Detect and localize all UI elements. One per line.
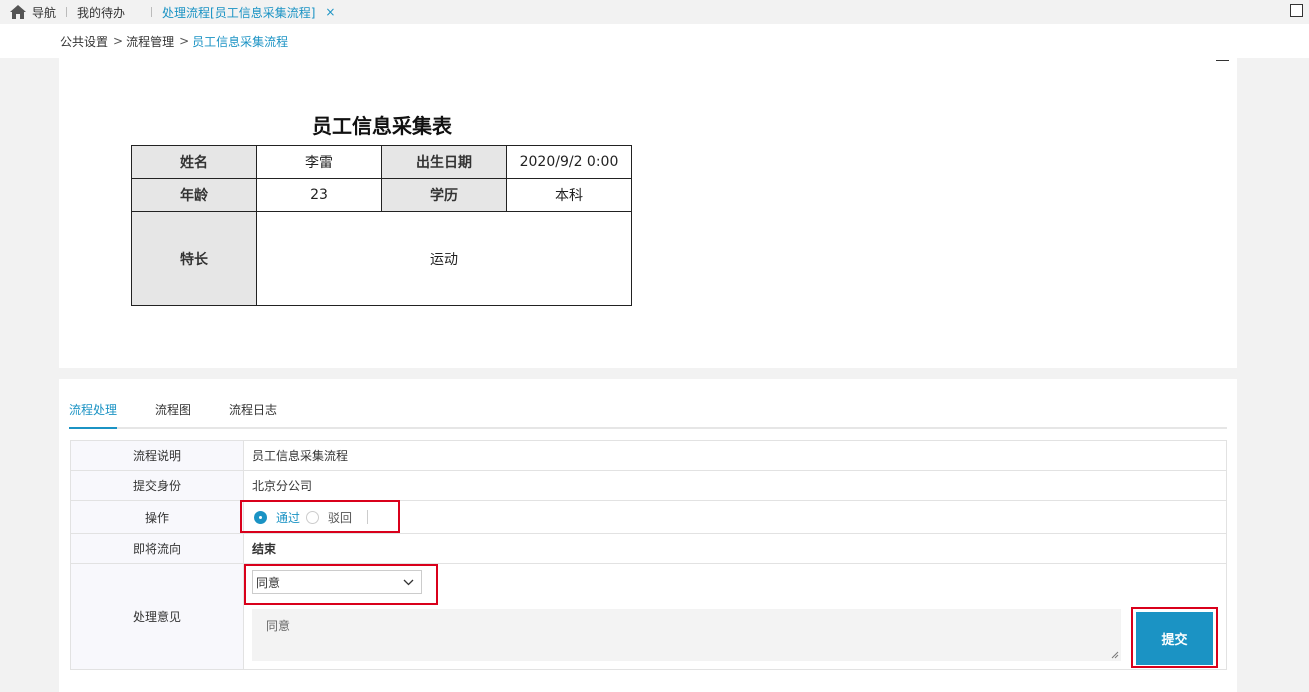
identity-value: 北京分公司 xyxy=(243,470,1227,501)
chevron-down-icon xyxy=(403,579,414,585)
pass-label[interactable]: 通过 xyxy=(276,509,300,526)
breadcrumb-item-public-settings[interactable]: 公共设置 xyxy=(60,33,108,50)
name-value: 李雷 xyxy=(256,145,382,179)
opinion-textarea[interactable]: 同意 xyxy=(252,609,1121,661)
identity-label: 提交身份 xyxy=(70,470,244,501)
tab-separator xyxy=(66,7,68,17)
submit-button[interactable]: 提交 xyxy=(1136,612,1213,665)
opinion-select-value: 同意 xyxy=(256,575,281,590)
process-tabs: 流程处理 流程图 流程日志 xyxy=(69,401,1227,429)
resize-handle-icon[interactable] xyxy=(1111,651,1119,659)
education-label: 学历 xyxy=(381,178,507,212)
operation-label: 操作 xyxy=(70,500,244,534)
breadcrumb-separator: > xyxy=(113,34,124,48)
tab-bar: 导航 我的待办 处理流程[员工信息采集流程] × xyxy=(0,0,1309,24)
breadcrumb-item-current: 员工信息采集流程 xyxy=(192,34,289,49)
table-row: 特长 运动 xyxy=(131,211,632,306)
tab-todo[interactable]: 我的待办 xyxy=(77,0,125,24)
breadcrumb-item-flow-management[interactable]: 流程管理 xyxy=(126,33,174,50)
table-row: 即将流向 结束 xyxy=(70,533,1227,564)
table-row: 处理意见 同意 同意 xyxy=(70,563,1227,670)
reject-radio[interactable] xyxy=(306,510,320,524)
tab-home[interactable]: 导航 xyxy=(0,0,56,24)
employee-info-table: 姓名 李雷 出生日期 2020/9/2 0:00 年龄 23 学历 本科 特长 … xyxy=(131,145,632,306)
flow-desc-label: 流程说明 xyxy=(70,440,244,471)
table-row: 姓名 李雷 出生日期 2020/9/2 0:00 xyxy=(131,145,632,179)
table-row: 年龄 23 学历 本科 xyxy=(131,178,632,212)
birthdate-label: 出生日期 xyxy=(381,145,507,179)
birthdate-value: 2020/9/2 0:00 xyxy=(506,145,632,179)
next-step-value: 结束 xyxy=(243,533,1227,564)
tab-process-handling[interactable]: 流程处理 xyxy=(69,401,118,429)
radio-divider xyxy=(367,510,369,524)
tab-process-flow[interactable]: 处理流程[员工信息采集流程] × xyxy=(162,0,335,24)
operation-radio-group: 通过 驳回 xyxy=(254,502,1226,532)
opinion-cell: 同意 同意 xyxy=(243,563,1227,670)
form-card: 员工信息采集表 姓名 李雷 出生日期 2020/9/2 0:00 年龄 23 学… xyxy=(59,58,1237,368)
tab-flow-chart[interactable]: 流程图 xyxy=(155,401,191,429)
age-label: 年龄 xyxy=(131,178,257,212)
tab-process-flow-label: 处理流程[员工信息采集流程] xyxy=(162,5,316,20)
home-icon xyxy=(10,5,26,19)
breadcrumb-separator: > xyxy=(179,34,190,48)
opinion-label: 处理意见 xyxy=(70,563,244,670)
tab-separator xyxy=(151,7,153,17)
form-title: 员工信息采集表 xyxy=(312,114,452,138)
tab-flow-log[interactable]: 流程日志 xyxy=(229,401,277,429)
table-row: 提交身份 北京分公司 xyxy=(70,470,1227,501)
opinion-text: 同意 xyxy=(266,619,291,633)
tab-home-label: 导航 xyxy=(32,5,57,20)
education-value: 本科 xyxy=(506,178,632,212)
age-value: 23 xyxy=(256,178,382,212)
tab-todo-label: 我的待办 xyxy=(77,5,126,20)
collapse-icon[interactable] xyxy=(1216,60,1229,61)
maximize-button[interactable] xyxy=(1290,4,1303,17)
name-label: 姓名 xyxy=(131,145,257,179)
table-row: 流程说明 员工信息采集流程 xyxy=(70,440,1227,471)
process-card: 流程处理 流程图 流程日志 流程说明 员工信息采集流程 提交身份 北京分公司 操… xyxy=(59,379,1237,692)
breadcrumb: 公共设置 > 流程管理 > 员工信息采集流程 xyxy=(0,24,1309,58)
specialty-label: 特长 xyxy=(131,211,257,306)
next-step-label: 即将流向 xyxy=(70,533,244,564)
reject-label[interactable]: 驳回 xyxy=(328,509,352,526)
flow-desc-value: 员工信息采集流程 xyxy=(243,440,1227,471)
process-table: 流程说明 员工信息采集流程 提交身份 北京分公司 操作 通过 驳回 即将流向 结… xyxy=(70,440,1227,670)
specialty-value: 运动 xyxy=(256,211,632,306)
close-icon[interactable]: × xyxy=(325,5,335,19)
operation-cell: 通过 驳回 xyxy=(243,500,1227,534)
pass-radio[interactable] xyxy=(254,510,267,524)
table-row: 操作 通过 驳回 xyxy=(70,500,1227,534)
opinion-select[interactable]: 同意 xyxy=(252,570,422,594)
